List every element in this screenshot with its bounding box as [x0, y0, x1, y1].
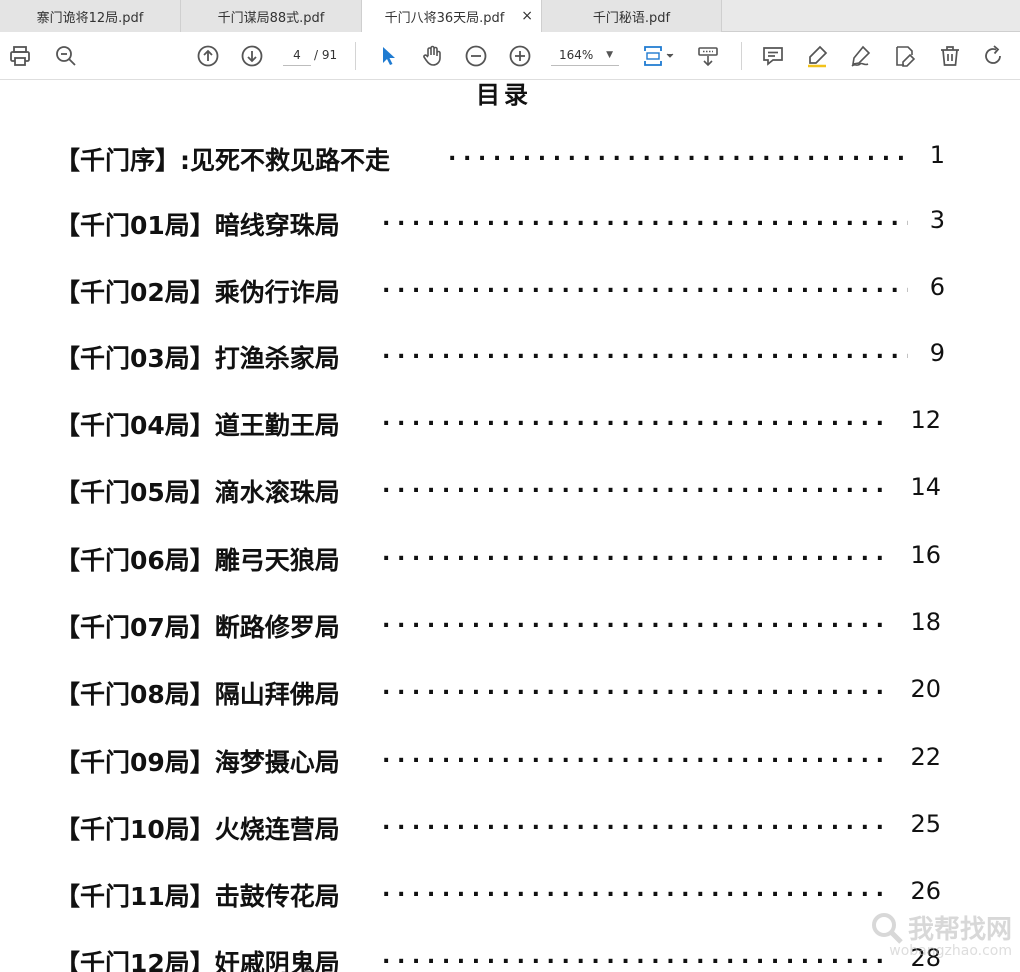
- arrow-down-icon[interactable]: [239, 43, 265, 69]
- toc-entry[interactable]: 【千门05局】滴水滚珠局............................…: [55, 473, 955, 513]
- toc-entry[interactable]: 【千门01局】暗线穿珠局............................…: [55, 206, 955, 246]
- toc-entry-page: 1: [929, 141, 945, 169]
- toolbar-separator: [355, 42, 356, 70]
- redo-icon[interactable]: [980, 43, 1006, 69]
- search-icon[interactable]: [53, 43, 79, 69]
- toc-leader-dots: ........................................…: [382, 406, 890, 431]
- toc-leader-dots: ........................................…: [382, 206, 908, 231]
- toc-leader-dots: ........................................…: [382, 675, 890, 700]
- toolbar: 4 / 91 164% ▼: [0, 32, 1020, 80]
- toc-leader-dots: ........................................…: [382, 877, 890, 902]
- toc-entry-title: 【千门05局】滴水滚珠局: [55, 478, 340, 507]
- tab-label: 千门八将36天局.pdf: [384, 11, 505, 26]
- fit-page-icon[interactable]: [640, 43, 676, 69]
- zoom-select[interactable]: 164% ▼: [551, 44, 619, 66]
- toc-entry-page: 20: [910, 675, 941, 703]
- page-number-input[interactable]: 4: [283, 44, 311, 66]
- toc-entry-title: 【千门11局】击鼓传花局: [55, 882, 340, 911]
- print-icon[interactable]: [7, 43, 33, 69]
- toc-leader-dots: ........................................…: [382, 541, 890, 566]
- tab-bar: 寨门诡将12局.pdf 千门谋局88式.pdf 千门八将36天局.pdf × 千…: [0, 0, 1020, 33]
- toc-entry-title: 【千门01局】暗线穿珠局: [55, 211, 340, 240]
- toc-entry-page: 14: [910, 473, 941, 501]
- toc-entry[interactable]: 【千门08局】隔山拜佛局............................…: [55, 675, 955, 715]
- comment-icon[interactable]: [760, 43, 786, 69]
- toc-entry-title: 【千门03局】打渔杀家局: [55, 344, 340, 373]
- toc-entry-page: 16: [910, 541, 941, 569]
- toc-entry-title: 【千门07局】断路修罗局: [55, 613, 340, 642]
- select-cursor-icon[interactable]: [375, 43, 401, 69]
- toc-entry-title: 【千门02局】乘伪行诈局: [55, 278, 340, 307]
- page-title: 目录: [476, 81, 532, 109]
- zoom-value: 164%: [559, 48, 594, 62]
- toc-entry-title: 【千门12局】奸戚阴鬼局: [55, 949, 340, 972]
- highlight-icon[interactable]: [804, 43, 830, 69]
- toc-leader-dots: ........................................…: [382, 944, 890, 969]
- sign-icon[interactable]: [848, 43, 874, 69]
- toc-entry[interactable]: 【千门序】:见死不救见路不走..........................…: [55, 141, 955, 181]
- toc-entry-page: 25: [910, 810, 941, 838]
- toc-entry-page: 22: [910, 743, 941, 771]
- toc-leader-dots: ........................................…: [382, 273, 908, 298]
- page-down-icon[interactable]: [695, 43, 721, 69]
- tab-label: 千门谋局88式.pdf: [217, 10, 325, 26]
- toc-entry-page: 18: [910, 608, 941, 636]
- toc-entry[interactable]: 【千门09局】海梦摄心局............................…: [55, 743, 955, 783]
- tab-label: 千门秘语.pdf: [592, 10, 671, 26]
- zoom-out-icon[interactable]: [463, 43, 489, 69]
- toc-leader-dots: ........................................…: [382, 339, 908, 364]
- toolbar-separator: [741, 42, 742, 70]
- watermark: 我帮找网 wobangzhao.com: [870, 909, 1012, 959]
- page-total: / 91: [314, 48, 338, 62]
- toc-entry-title: 【千门10局】火烧连营局: [55, 815, 340, 844]
- toc-entry[interactable]: 【千门07局】断路修罗局............................…: [55, 608, 955, 648]
- close-tab-icon[interactable]: ×: [521, 8, 533, 24]
- tab-label: 寨门诡将12局.pdf: [36, 10, 144, 26]
- toc-entry-page: 3: [929, 206, 945, 234]
- toc-leader-dots: ........................................…: [382, 473, 890, 498]
- tab-file-1[interactable]: 寨门诡将12局.pdf: [0, 0, 181, 32]
- delete-icon[interactable]: [937, 43, 963, 69]
- toc-entry[interactable]: 【千门11局】击鼓传花局............................…: [55, 877, 955, 917]
- toc-leader-dots: ........................................…: [382, 743, 890, 768]
- toc-entry-page: 26: [910, 877, 941, 905]
- tab-file-4[interactable]: 千门秘语.pdf: [542, 0, 722, 32]
- toc-entry[interactable]: 【千门06局】雕弓天狼局............................…: [55, 541, 955, 581]
- toc-entry-page: 6: [929, 273, 945, 301]
- toc-entry-page: 12: [910, 406, 941, 434]
- toc-entry-page: 9: [929, 339, 945, 367]
- watermark-url: wobangzhao.com: [889, 943, 1012, 959]
- toc-entry[interactable]: 【千门02局】乘伪行诈局............................…: [55, 273, 955, 313]
- toc-entry[interactable]: 【千门10局】火烧连营局............................…: [55, 810, 955, 850]
- toc-entry[interactable]: 【千门03局】打渔杀家局............................…: [55, 339, 955, 379]
- toc-entry[interactable]: 【千门12局】奸戚阴鬼局............................…: [55, 944, 955, 972]
- toc-leader-dots: ........................................…: [382, 608, 890, 633]
- edit-icon[interactable]: [892, 43, 918, 69]
- toc-leader-dots: ........................................…: [448, 141, 908, 166]
- toc-entry-title: 【千门09局】海梦摄心局: [55, 748, 340, 777]
- zoom-in-icon[interactable]: [507, 43, 533, 69]
- toc-entry-title: 【千门04局】道王勤王局: [55, 411, 340, 440]
- toc-leader-dots: ........................................…: [382, 810, 890, 835]
- arrow-up-icon[interactable]: [195, 43, 221, 69]
- toc-entry-title: 【千门序】:见死不救见路不走: [55, 146, 390, 175]
- tab-file-3-active[interactable]: 千门八将36天局.pdf ×: [362, 0, 542, 33]
- toc-entry-title: 【千门06局】雕弓天狼局: [55, 546, 340, 575]
- tab-file-2[interactable]: 千门谋局88式.pdf: [181, 0, 362, 32]
- magnifier-logo-icon: [871, 912, 903, 944]
- chevron-down-icon: ▼: [606, 50, 613, 60]
- toc-entry[interactable]: 【千门04局】道王勤王局............................…: [55, 406, 955, 446]
- watermark-text: 我帮找网: [907, 915, 1012, 945]
- hand-icon[interactable]: [419, 43, 445, 69]
- document-page: 目录 【千门序】:见死不救见路不走.......................…: [0, 81, 1020, 972]
- toc-entry-title: 【千门08局】隔山拜佛局: [55, 680, 340, 709]
